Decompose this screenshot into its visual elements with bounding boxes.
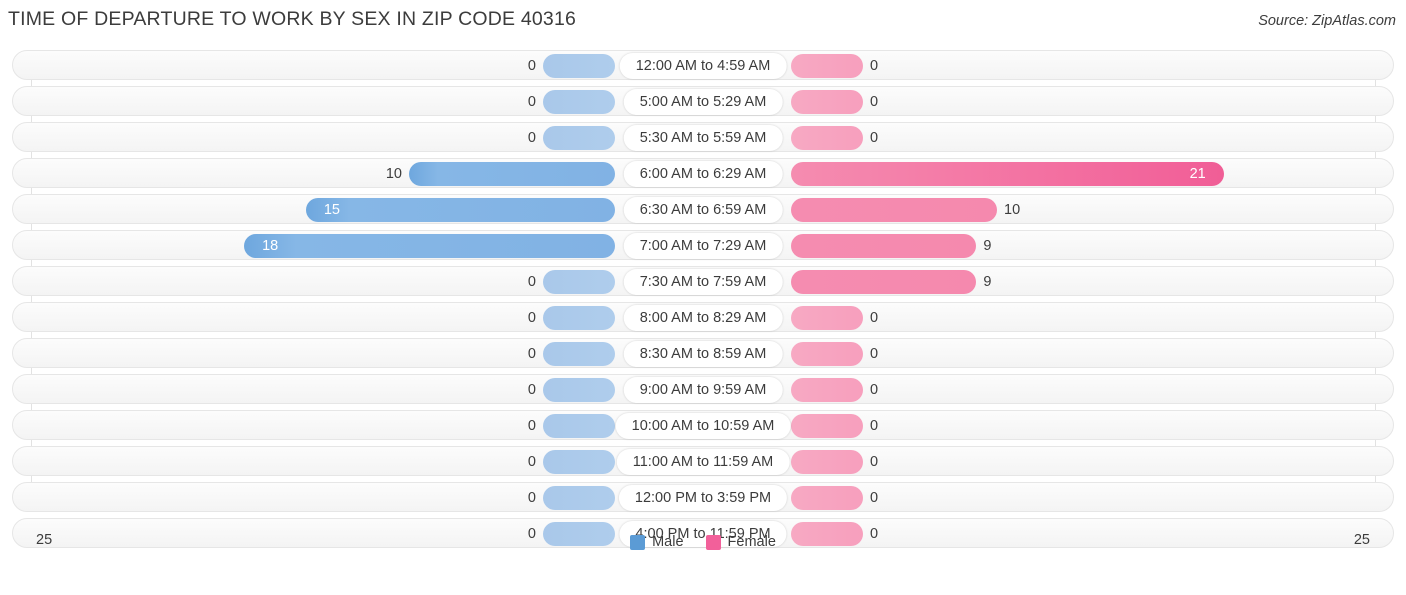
source-attribution: Source: ZipAtlas.com <box>1258 13 1396 29</box>
table-row: 0 0 8:00 AM to 8:29 AM <box>12 302 1394 332</box>
table-row: 0 0 10:00 AM to 10:59 AM <box>12 410 1394 440</box>
bar-male[interactable] <box>543 486 615 510</box>
bar-male[interactable] <box>543 54 615 78</box>
bar-female[interactable] <box>791 126 863 150</box>
category-label: 7:00 AM to 7:29 AM <box>623 233 783 259</box>
bar-female[interactable] <box>791 234 977 258</box>
table-row: 0 9 7:30 AM to 7:59 AM <box>12 266 1394 296</box>
bar-value-female: 0 <box>870 310 879 326</box>
bar-female[interactable] <box>791 414 863 438</box>
category-label: 5:00 AM to 5:29 AM <box>623 89 783 115</box>
bar-value-female: 21 <box>1189 166 1206 182</box>
category-label: 12:00 AM to 4:59 AM <box>619 53 787 79</box>
bar-female[interactable] <box>791 270 977 294</box>
table-row: 0 0 5:30 AM to 5:59 AM <box>12 122 1394 152</box>
bar-value-male: 18 <box>262 238 279 254</box>
category-label: 10:00 AM to 10:59 AM <box>615 413 791 439</box>
table-row: 0 0 12:00 AM to 4:59 AM <box>12 50 1394 80</box>
legend-item-male[interactable]: Male <box>630 534 684 550</box>
bar-male[interactable] <box>543 414 615 438</box>
bar-female[interactable] <box>791 342 863 366</box>
bar-value-male: 0 <box>527 418 536 434</box>
bar-value-male: 0 <box>527 490 536 506</box>
bar-female[interactable] <box>791 450 863 474</box>
bar-value-male: 0 <box>527 310 536 326</box>
bar-male[interactable] <box>244 234 615 258</box>
bar-value-female: 0 <box>870 130 879 146</box>
bar-male[interactable] <box>543 90 615 114</box>
chart-legend: Male Female <box>0 534 1406 550</box>
chart-header: TIME OF DEPARTURE TO WORK BY SEX IN ZIP … <box>0 0 1406 44</box>
category-label: 7:30 AM to 7:59 AM <box>623 269 783 295</box>
bar-male[interactable] <box>543 342 615 366</box>
bar-female[interactable] <box>791 486 863 510</box>
legend-label-female: Female <box>727 534 776 550</box>
bar-value-male: 0 <box>527 94 536 110</box>
bar-value-male: 15 <box>323 202 340 218</box>
bar-value-male: 0 <box>527 454 536 470</box>
bar-value-male: 0 <box>527 58 536 74</box>
bar-value-female: 0 <box>870 454 879 470</box>
bar-male[interactable] <box>543 378 615 402</box>
bar-female[interactable] <box>791 54 863 78</box>
bar-value-male: 0 <box>527 130 536 146</box>
table-row: 0 0 11:00 AM to 11:59 AM <box>12 446 1394 476</box>
table-row: 0 0 12:00 PM to 3:59 PM <box>12 482 1394 512</box>
table-row: 10 21 6:00 AM to 6:29 AM <box>12 158 1394 188</box>
bar-value-male: 10 <box>385 166 402 182</box>
table-row: 18 9 7:00 AM to 7:29 AM <box>12 230 1394 260</box>
legend-item-female[interactable]: Female <box>705 534 776 550</box>
category-label: 9:00 AM to 9:59 AM <box>623 377 783 403</box>
legend-swatch-male-icon <box>630 534 646 550</box>
bar-female[interactable] <box>791 378 863 402</box>
bar-value-female: 10 <box>1004 202 1021 218</box>
page-title: TIME OF DEPARTURE TO WORK BY SEX IN ZIP … <box>8 8 577 30</box>
category-label: 6:30 AM to 6:59 AM <box>623 197 783 223</box>
category-label: 6:00 AM to 6:29 AM <box>623 161 783 187</box>
legend-swatch-female-icon <box>705 534 721 550</box>
category-label: 12:00 PM to 3:59 PM <box>618 485 788 511</box>
bar-rows: 0 0 12:00 AM to 4:59 AM 0 0 5:00 AM to 5:29 A… <box>12 50 1394 554</box>
table-row: 15 10 6:30 AM to 6:59 AM <box>12 194 1394 224</box>
category-label: 5:30 AM to 5:59 AM <box>623 125 783 151</box>
bar-value-female: 0 <box>870 382 879 398</box>
bar-male[interactable] <box>543 450 615 474</box>
bar-male[interactable] <box>306 198 615 222</box>
bar-female[interactable] <box>791 198 997 222</box>
plot-area: 0 0 12:00 AM to 4:59 AM 0 0 5:00 AM to 5:29 A… <box>0 50 1406 558</box>
category-label: 8:00 AM to 8:29 AM <box>623 305 783 331</box>
category-label: 8:30 AM to 8:59 AM <box>623 341 783 367</box>
bar-female[interactable] <box>791 162 1224 186</box>
table-row: 0 0 5:00 AM to 5:29 AM <box>12 86 1394 116</box>
bar-value-female: 9 <box>983 238 992 254</box>
bar-male[interactable] <box>543 306 615 330</box>
bar-male[interactable] <box>543 126 615 150</box>
bar-value-male: 0 <box>527 346 536 362</box>
bar-male[interactable] <box>409 162 615 186</box>
bar-female[interactable] <box>791 90 863 114</box>
legend-label-male: Male <box>652 534 684 550</box>
bar-value-male: 0 <box>527 382 536 398</box>
table-row: 0 0 8:30 AM to 8:59 AM <box>12 338 1394 368</box>
bar-value-female: 0 <box>870 418 879 434</box>
bar-value-female: 9 <box>983 274 992 290</box>
chart-container: TIME OF DEPARTURE TO WORK BY SEX IN ZIP … <box>0 0 1406 595</box>
bar-female[interactable] <box>791 306 863 330</box>
bar-value-female: 0 <box>870 58 879 74</box>
bar-value-female: 0 <box>870 490 879 506</box>
bar-value-female: 0 <box>870 94 879 110</box>
table-row: 0 0 9:00 AM to 9:59 AM <box>12 374 1394 404</box>
bar-male[interactable] <box>543 270 615 294</box>
category-label: 11:00 AM to 11:59 AM <box>616 449 790 475</box>
bar-value-male: 0 <box>527 274 536 290</box>
bar-value-female: 0 <box>870 346 879 362</box>
